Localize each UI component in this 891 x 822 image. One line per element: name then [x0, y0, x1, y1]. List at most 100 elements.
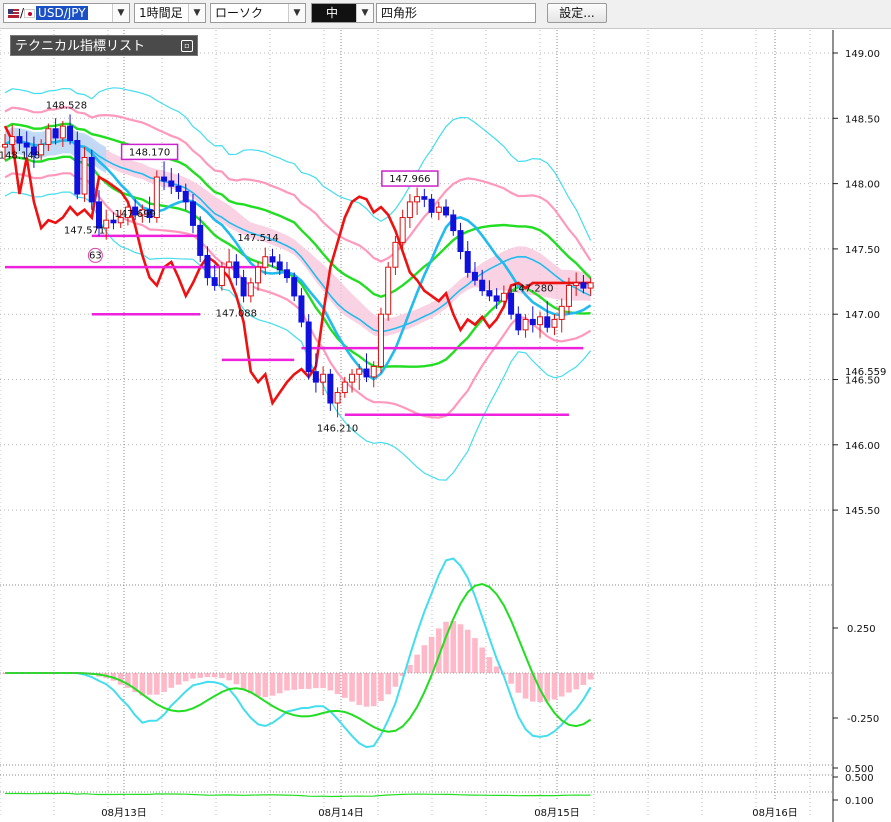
price-annotation: 146.210	[317, 423, 358, 434]
date-tick-label: 08月13日	[101, 807, 146, 819]
macd-histogram-bar	[356, 673, 363, 705]
candle-body	[450, 214, 457, 232]
price-annotation: 147.966	[389, 174, 430, 185]
indicator-list-title: テクニカル指標リスト	[15, 39, 146, 54]
candle-body	[74, 140, 81, 195]
candle-body	[544, 316, 551, 328]
minimize-icon[interactable]: ▫	[181, 40, 193, 52]
macd-histogram-bar	[233, 673, 240, 685]
macd-histogram-bar	[269, 673, 276, 696]
price-tick-label: 148.00	[845, 180, 880, 191]
candle-body	[443, 206, 450, 216]
price-tick-label: 147.00	[845, 310, 880, 321]
candle-body	[406, 201, 413, 219]
candle-body	[197, 224, 204, 256]
candle-body	[161, 176, 168, 182]
candle-body	[67, 125, 74, 142]
candle-body	[233, 261, 240, 279]
candle-body	[189, 201, 196, 226]
macd-histogram-bar	[363, 673, 370, 707]
macd-histogram-bar	[472, 638, 478, 673]
candle-body	[175, 185, 182, 192]
price-tick-label: 149.00	[845, 49, 880, 60]
macd-tick-label: -0.250	[847, 714, 879, 725]
bottom-indicator-line	[5, 792, 591, 798]
candle-body	[587, 282, 594, 289]
candle-body	[255, 266, 262, 284]
macd-histogram-bar	[378, 673, 384, 702]
candle-body	[52, 128, 59, 139]
macd-histogram-bar	[464, 629, 471, 673]
macd-histogram-bar	[211, 673, 218, 678]
macd-histogram-bar	[226, 673, 232, 681]
macd-histogram-bar	[305, 673, 312, 689]
macd-histogram-bar	[573, 673, 579, 690]
bottom-tick-label: 0.100	[845, 796, 874, 807]
candle-body	[2, 143, 8, 148]
candle-body	[59, 125, 66, 139]
macd-histogram-bar	[479, 647, 485, 673]
candle-body	[204, 254, 211, 279]
candle-body	[377, 313, 384, 367]
candle-body	[218, 266, 225, 286]
candle-body	[334, 392, 341, 404]
price-annotation: 148.170	[129, 147, 170, 158]
candle-body	[479, 279, 486, 292]
candle-body	[88, 156, 95, 203]
price-annotation: 147.514	[237, 233, 278, 244]
macd-histogram-bar	[385, 673, 391, 695]
bottom-tick-label: 0.500	[845, 773, 874, 784]
candle-body	[226, 261, 233, 268]
candle-body	[565, 284, 572, 307]
candle-body	[399, 217, 406, 243]
candle-body	[23, 142, 30, 148]
candle-body	[500, 292, 507, 302]
date-tick-label: 08月15日	[534, 807, 579, 819]
macd-histogram-bar	[168, 673, 175, 688]
candle-body	[283, 269, 290, 279]
macd-line	[5, 557, 592, 749]
macd-histogram-bar	[327, 673, 334, 691]
candle-body	[247, 282, 254, 297]
candle-body	[16, 136, 23, 144]
price-annotation: 147.699	[114, 209, 155, 220]
macd-histogram-bar	[457, 624, 464, 673]
candle-body	[9, 136, 16, 145]
price-annotation: 147.571	[64, 226, 105, 237]
price-tick-label: 145.50	[845, 506, 880, 517]
macd-histogram-bar	[219, 673, 225, 679]
price-annotation: 148.148	[0, 150, 40, 161]
macd-histogram-bar	[522, 673, 529, 699]
macd-histogram-bar	[515, 673, 522, 693]
macd-histogram-bar	[276, 673, 283, 694]
macd-histogram-bar	[298, 673, 305, 689]
macd-histogram-bar	[248, 673, 254, 694]
indicator-list-panel[interactable]: テクニカル指標リスト ▫	[10, 35, 198, 56]
macd-histogram-bar	[161, 673, 167, 692]
macd-histogram-bar	[320, 673, 326, 689]
macd-histogram-bar	[284, 673, 290, 691]
macd-histogram-bar	[551, 673, 558, 700]
candle-body	[471, 271, 478, 281]
macd-histogram-bar	[587, 673, 594, 680]
macd-histogram-bar	[182, 673, 189, 682]
candle-body	[291, 277, 298, 297]
macd-tick-label: 0.250	[847, 624, 876, 635]
candle-body	[211, 277, 218, 286]
macd-histogram-bar	[262, 673, 269, 698]
macd-histogram-bar	[190, 673, 196, 679]
candle-body	[558, 305, 565, 320]
candle-body	[81, 156, 88, 195]
candle-body	[168, 180, 175, 187]
candle-body	[240, 277, 247, 297]
candle-body	[573, 282, 580, 286]
price-chart[interactable]: 148.528 148.148 148.170 147.571 147.699 147.5…	[0, 0, 891, 822]
macd-histogram-bar	[370, 673, 377, 707]
marker-label: 63	[89, 250, 102, 261]
macd-histogram-bar	[508, 673, 514, 684]
candle-body	[276, 261, 283, 271]
macd-histogram-bar	[450, 620, 457, 673]
macd-histogram-bar	[421, 645, 428, 673]
macd-histogram-bar	[486, 657, 493, 673]
macd-histogram-bar	[291, 673, 297, 690]
